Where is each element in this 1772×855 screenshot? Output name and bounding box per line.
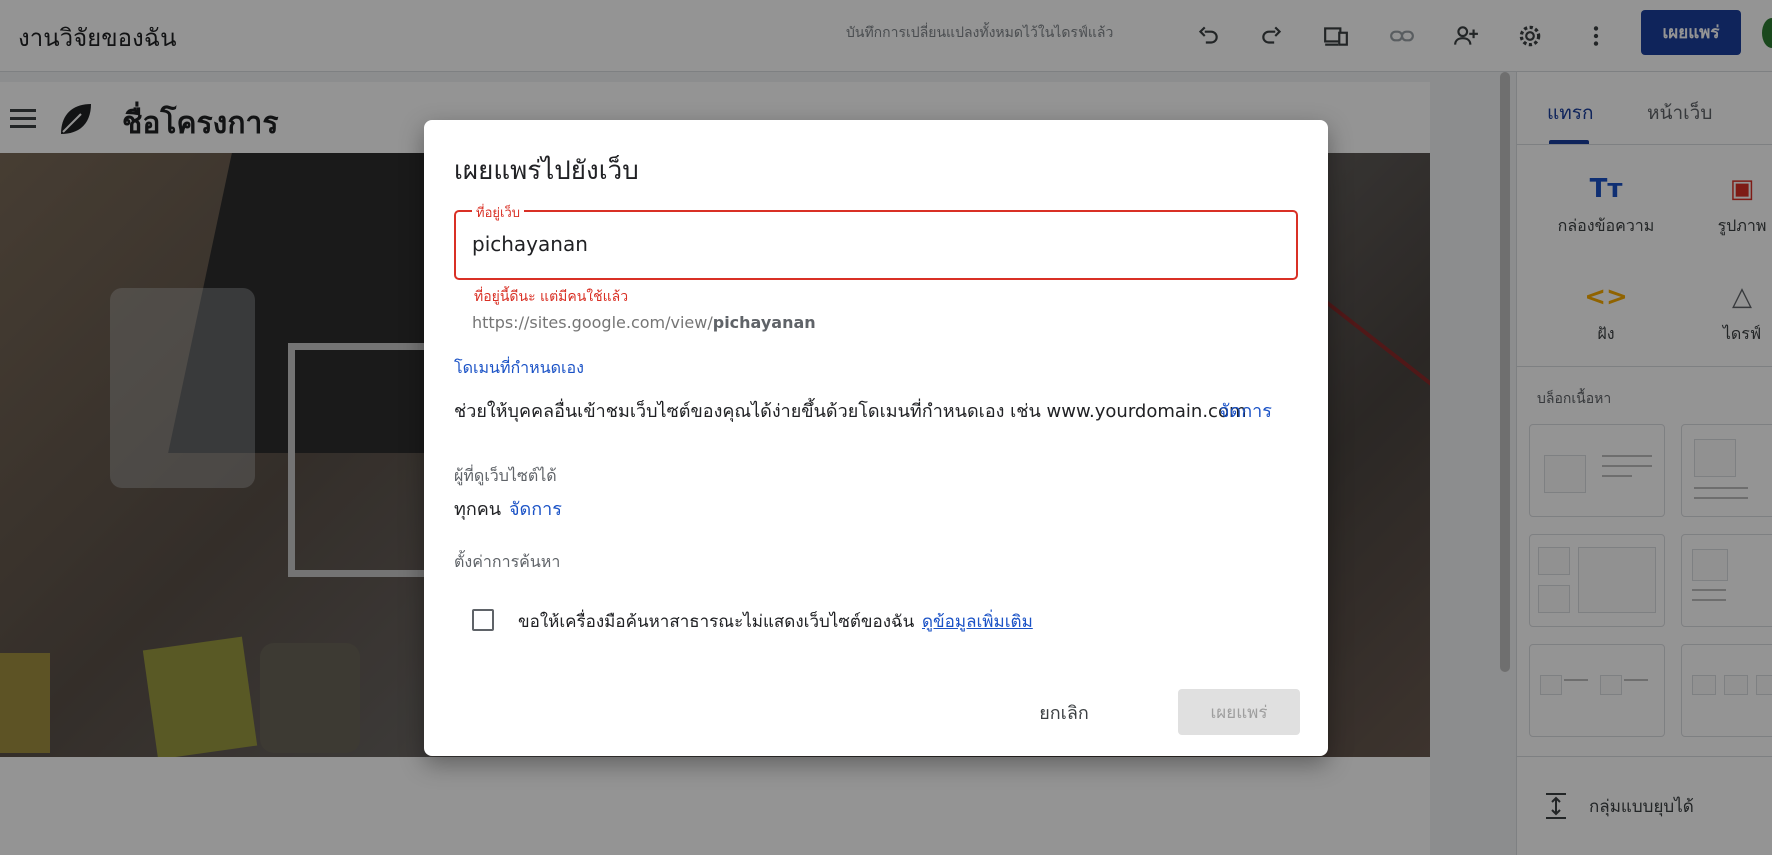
url-slug: pichayanan [712,313,816,332]
web-address-field[interactable]: ที่อยู่เว็บ pichayanan [454,202,1298,280]
hide-from-search-label[interactable]: ขอให้เครื่องมือค้นหาสาธารณะไม่แสดงเว็บไซ… [518,608,914,635]
publish-dialog: เผยแพร่ไปยังเว็บ ที่อยู่เว็บ pichayanan … [424,120,1328,756]
hide-from-search-checkbox[interactable] [472,609,494,631]
web-address-input[interactable]: pichayanan [472,232,588,256]
search-settings-heading: ตั้งค่าการค้นหา [454,552,561,571]
site-url-preview: https://sites.google.com/view/pichayanan [472,313,816,332]
custom-domain-manage-link[interactable]: จัดการ [1219,396,1272,425]
viewers-heading: ผู้ที่ดูเว็บไซต์ได้ [454,466,557,485]
url-prefix: https://sites.google.com/view/ [472,313,713,332]
viewers-value: ทุกคน [454,499,502,520]
cancel-button[interactable]: ยกเลิก [1014,690,1114,734]
web-address-label: ที่อยู่เว็บ [472,202,524,223]
custom-domain-heading: โดเมนที่กำหนดเอง [454,358,584,377]
custom-domain-description: ช่วยให้บุคคลอื่นเข้าชมเว็บไซต์ของคุณได้ง… [454,401,1247,422]
viewers-manage-link[interactable]: จัดการ [509,494,562,523]
web-address-error: ที่อยู่นี้ดีนะ แต่มีคนใช้แล้ว [474,289,629,305]
learn-more-link[interactable]: ดูข้อมูลเพิ่มเติม [922,608,1033,635]
publish-confirm-button[interactable]: เผยแพร่ [1178,689,1300,735]
dialog-title: เผยแพร่ไปยังเว็บ [454,156,639,186]
